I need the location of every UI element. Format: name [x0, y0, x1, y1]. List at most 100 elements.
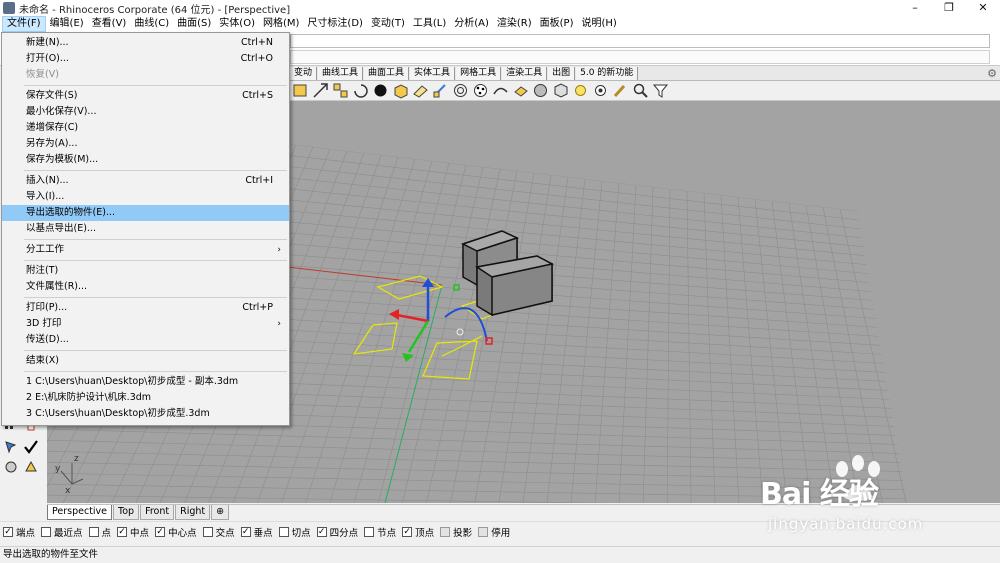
osnap-quad-checkbox[interactable]: ✓ — [316, 527, 327, 537]
sphere-icon[interactable] — [372, 82, 389, 99]
menu-mesh[interactable]: 网格(M) — [259, 16, 303, 32]
menu-edit[interactable]: 编辑(E) — [46, 16, 88, 32]
osnap-mid-checkbox[interactable]: ✓ — [117, 527, 128, 537]
menu-item-properties[interactable]: 文件属性(R)... — [2, 279, 289, 295]
menu-item-notes[interactable]: 附注(T) — [2, 263, 289, 279]
shade-sphere-icon[interactable] — [532, 82, 549, 99]
menu-solid[interactable]: 实体(O) — [215, 16, 259, 32]
osnap-disable[interactable]: 停用 — [478, 525, 510, 539]
menu-item-new[interactable]: 新建(N)... Ctrl+N — [2, 35, 289, 51]
menu-render[interactable]: 渲染(R) — [493, 16, 536, 32]
array-icon[interactable] — [332, 82, 349, 99]
menu-item-recent-2[interactable]: 2 E:\机床防护设计\机床.3dm — [2, 390, 289, 406]
menu-item-save-as[interactable]: 另存为(A)... — [2, 136, 289, 152]
osnap-end[interactable]: ✓ 端点 — [3, 525, 35, 539]
osnap-point-checkbox[interactable] — [88, 527, 99, 537]
osnap-intersection-checkbox[interactable] — [202, 527, 213, 537]
tab-right[interactable]: Right — [175, 505, 211, 520]
gear-icon[interactable]: ⚙ — [987, 67, 997, 80]
osnap-point[interactable]: 点 — [88, 525, 111, 539]
loft-icon[interactable] — [432, 82, 449, 99]
tab-surface-tools[interactable]: 曲面工具 — [364, 66, 410, 80]
menu-item-worksession[interactable]: 分工工作 › — [2, 242, 289, 258]
menu-item-import[interactable]: 导入(I)... — [2, 189, 289, 205]
osnap-knot[interactable]: 节点 — [364, 525, 396, 539]
menu-help[interactable]: 说明(H) — [578, 16, 621, 32]
menu-item-insert[interactable]: 插入(N)... Ctrl+I — [2, 173, 289, 189]
menu-item-recent-3[interactable]: 3 C:\Users\huan\Desktop\初步成型.3dm — [2, 406, 289, 422]
minimize-button[interactable]: – — [898, 0, 932, 16]
maximize-button[interactable]: ❐ — [932, 0, 966, 16]
tab-transform[interactable]: 变动 — [290, 66, 318, 80]
osnap-tangent-checkbox[interactable] — [278, 527, 289, 537]
twist-icon[interactable] — [512, 82, 529, 99]
menu-item-save-small[interactable]: 最小化保存(V)... — [2, 104, 289, 120]
menu-surface[interactable]: 曲面(S) — [173, 16, 215, 32]
select-icon[interactable] — [3, 439, 19, 455]
tab-solid-tools[interactable]: 实体工具 — [410, 66, 456, 80]
osnap-perpendicular[interactable]: ✓ 垂点 — [240, 525, 273, 539]
osnap-quad[interactable]: ✓ 四分点 — [316, 525, 358, 539]
osnap-near[interactable]: 最近点 — [41, 525, 83, 539]
menu-item-open[interactable]: 打开(O)... Ctrl+O — [2, 51, 289, 67]
add-viewport-button[interactable]: ⊕ — [211, 505, 230, 520]
menu-analyze[interactable]: 分析(A) — [450, 16, 493, 32]
menu-item-recent-1[interactable]: 1 C:\Users\huan\Desktop\初步成型 - 副本.3dm — [2, 374, 289, 390]
menu-item-exit[interactable]: 结束(X) — [2, 353, 289, 369]
osnap-intersection[interactable]: 交点 — [202, 525, 235, 539]
command-input[interactable] — [290, 50, 990, 64]
osnap-near-checkbox[interactable] — [41, 527, 52, 537]
menu-item-save[interactable]: 保存文件(S) Ctrl+S — [2, 88, 289, 104]
osnap-project-checkbox[interactable] — [440, 527, 451, 537]
light-icon[interactable] — [572, 82, 589, 99]
osnap-end-checkbox[interactable]: ✓ — [3, 527, 13, 537]
x-gumball-arrow[interactable] — [396, 313, 429, 323]
pattern-icon[interactable] — [472, 82, 489, 99]
menu-item-export-with-origin[interactable]: 以基点导出(E)... — [2, 221, 289, 237]
tab-layout[interactable]: 出图 — [548, 66, 576, 80]
menu-view[interactable]: 查看(V) — [88, 16, 131, 32]
check-icon[interactable] — [23, 439, 39, 455]
osnap-mid[interactable]: ✓ 中点 — [117, 525, 149, 539]
scale-icon[interactable] — [312, 82, 329, 99]
tab-perspective[interactable]: Perspective — [47, 505, 113, 520]
menu-tools[interactable]: 工具(L) — [409, 16, 450, 32]
menu-item-send[interactable]: 传送(D)... — [2, 332, 289, 348]
tab-render-tools[interactable]: 渲染工具 — [502, 66, 548, 80]
tab-top[interactable]: Top — [113, 505, 140, 520]
box-icon[interactable] — [392, 82, 409, 99]
tab-curve-tools[interactable]: 曲线工具 — [318, 66, 364, 80]
rotate-icon[interactable] — [352, 82, 369, 99]
spiral-icon[interactable] — [452, 82, 469, 99]
menu-item-save-as-template[interactable]: 保存为模板(M)... — [2, 152, 289, 168]
menu-curve[interactable]: 曲线(C) — [130, 16, 173, 32]
osnap-vertex-checkbox[interactable]: ✓ — [402, 527, 413, 537]
menu-item-incremental-save[interactable]: 递增保存(C) — [2, 120, 289, 136]
menu-panels[interactable]: 面板(P) — [536, 16, 578, 32]
tab-front[interactable]: Front — [140, 505, 175, 520]
osnap-vertex[interactable]: ✓ 顶点 — [402, 525, 434, 539]
extrude-icon[interactable] — [412, 82, 429, 99]
paint-icon[interactable] — [23, 459, 39, 475]
menu-item-export-selected[interactable]: 导出选取的物件(E)... — [2, 205, 289, 221]
group-icon[interactable] — [292, 82, 309, 99]
osnap-center-checkbox[interactable]: ✓ — [155, 527, 166, 537]
close-button[interactable]: ✕ — [966, 0, 1000, 16]
cube-icon[interactable] — [552, 82, 569, 99]
menu-file[interactable]: 文件(F) — [2, 16, 46, 32]
gumball-center[interactable] — [456, 328, 464, 336]
menu-item-3d-print[interactable]: 3D 打印 › — [2, 316, 289, 332]
shell-icon[interactable] — [3, 459, 19, 475]
osnap-center[interactable]: ✓ 中心点 — [155, 525, 197, 539]
tab-new-in-v5[interactable]: 5.0 的新功能 — [576, 66, 639, 80]
menu-item-print[interactable]: 打印(P)... Ctrl+P — [2, 300, 289, 316]
brush-icon[interactable] — [612, 82, 629, 99]
flow-icon[interactable] — [492, 82, 509, 99]
osnap-perpendicular-checkbox[interactable]: ✓ — [240, 527, 251, 537]
tab-mesh-tools[interactable]: 网格工具 — [456, 66, 502, 80]
menu-dimension[interactable]: 尺寸标注(D) — [303, 16, 367, 32]
zoom-icon[interactable] — [632, 82, 649, 99]
osnap-disable-checkbox[interactable] — [478, 527, 489, 537]
osnap-knot-checkbox[interactable] — [364, 527, 375, 537]
menu-transform[interactable]: 变动(T) — [367, 16, 409, 32]
